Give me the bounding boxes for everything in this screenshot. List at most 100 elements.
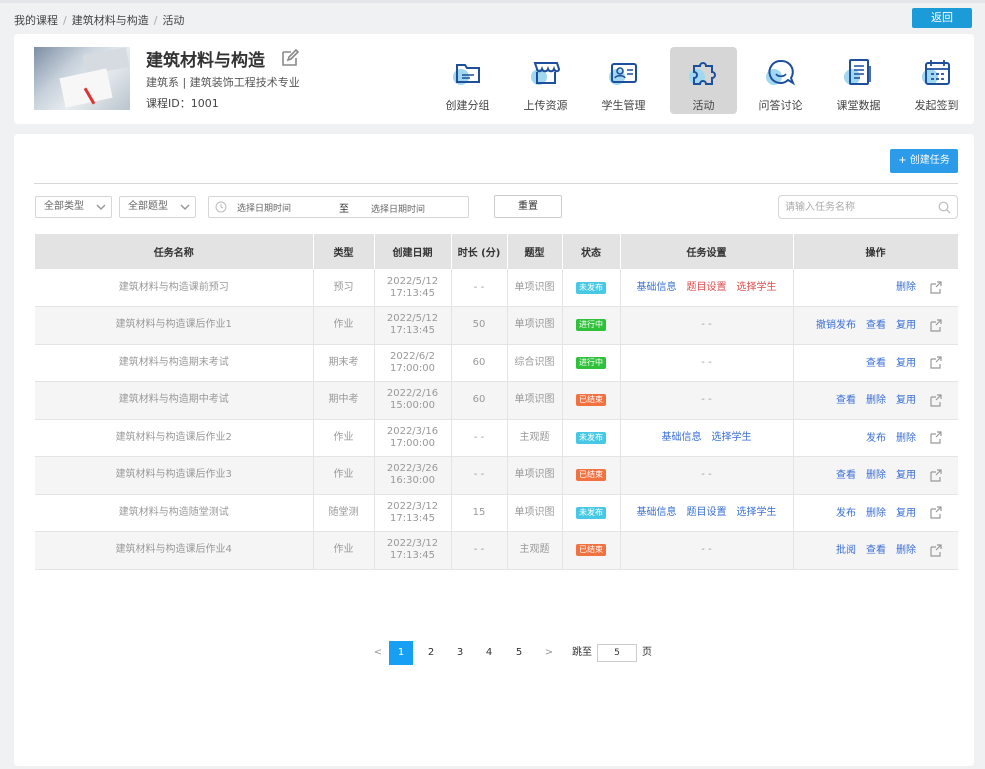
created-date: 2022/5/12 [386, 275, 439, 287]
cell-duration: 50 [451, 306, 508, 345]
cell-task-settings: - - [620, 306, 794, 345]
date-start-input[interactable]: 选择日期时间 [237, 201, 291, 214]
page-5[interactable]: 5 [507, 641, 531, 665]
table-row: 建筑材料与构造课前预习 预习 2022/5/12 17:13:45 - - 单项识图 未发布… [35, 269, 958, 307]
jump-page-input[interactable] [597, 644, 637, 662]
operation-link[interactable]: 查看 [836, 470, 856, 482]
settings-link[interactable]: 基础信息 [637, 282, 677, 294]
settings-link[interactable]: 选择学生 [737, 282, 777, 294]
cell-status: 已结束 [562, 381, 621, 420]
date-range-picker[interactable]: 选择日期时间 至 选择日期时间 [208, 196, 469, 218]
cell-type: 作业 [313, 456, 375, 495]
nav-upload-resource[interactable]: 上传资源 [512, 47, 579, 114]
cell-task-settings: 基础信息 题目设置 选择学生 [620, 494, 794, 532]
table-row: 建筑材料与构造课后作业2 作业 2022/3/16 17:00:00 - - 主观题 未发布… [35, 419, 958, 457]
back-button[interactable]: 返回 [912, 8, 972, 28]
cell-created-date: 2022/2/16 15:00:00 [374, 381, 452, 420]
share-icon[interactable] [929, 431, 942, 444]
nav-label: 创建分组 [445, 99, 490, 112]
next-page-button[interactable]: > [537, 641, 561, 665]
created-time: 16:30:00 [390, 475, 435, 487]
share-icon[interactable] [929, 506, 942, 519]
table-row: 建筑材料与构造期中考试 期中考 2022/2/16 15:00:00 60 单项识图 已结束… [35, 381, 958, 420]
created-time: 17:00:00 [390, 437, 435, 449]
operation-link[interactable]: 删除 [866, 508, 886, 520]
question-type: 单项识图 [514, 319, 555, 331]
share-icon[interactable] [929, 393, 942, 407]
share-icon[interactable] [929, 281, 942, 294]
settings-empty: - - [701, 319, 712, 331]
task-type: 预习 [333, 281, 354, 293]
operation-link[interactable]: 删除 [896, 433, 916, 445]
operation-link[interactable]: 删除 [866, 470, 886, 482]
col-task-settings: 任务设置 [620, 234, 794, 269]
page-2[interactable]: 2 [419, 641, 443, 665]
nav-start-signin[interactable]: 发起签到 [903, 47, 970, 114]
settings-link[interactable]: 选择学生 [737, 507, 777, 519]
settings-link[interactable]: 基础信息 [662, 432, 702, 444]
course-department: 建筑系 | 建筑装饰工程技术专业 [146, 76, 300, 89]
nav-class-data[interactable]: 课堂数据 [825, 47, 892, 114]
created-time: 15:00:00 [390, 400, 435, 412]
cell-duration: 60 [451, 344, 508, 382]
nav-qa-discussion[interactable]: 问答讨论 [747, 47, 814, 114]
task-search[interactable] [778, 195, 958, 219]
course-thumbnail [34, 47, 130, 110]
cell-operations: 批阅 查看 删除 [793, 531, 958, 570]
cell-type: 预习 [313, 269, 375, 307]
status-badge: 已结束 [576, 394, 606, 407]
operation-link[interactable]: 撤销发布 [816, 320, 856, 332]
task-name: 建筑材料与构造随堂测试 [118, 506, 229, 518]
cell-status: 已结束 [562, 456, 621, 495]
task-name: 建筑材料与构造课后作业2 [115, 431, 232, 443]
operation-link[interactable]: 复用 [896, 320, 916, 332]
nav-activity[interactable]: 活动 [670, 47, 737, 114]
prev-page-button[interactable]: < [366, 641, 390, 665]
operation-link[interactable]: 查看 [866, 358, 886, 370]
operation-link[interactable]: 发布 [866, 433, 886, 445]
page-4[interactable]: 4 [477, 641, 501, 665]
breadcrumb-my-courses[interactable]: 我的课程 [14, 14, 58, 27]
operation-link[interactable]: 复用 [896, 470, 916, 482]
operation-link[interactable]: 复用 [896, 395, 916, 407]
operation-link[interactable]: 删除 [866, 395, 886, 407]
cell-task-name: 建筑材料与构造期末考试 [35, 344, 314, 382]
operation-link[interactable]: 删除 [896, 282, 916, 294]
settings-link[interactable]: 题目设置 [687, 282, 727, 294]
settings-link[interactable]: 题目设置 [687, 507, 727, 519]
operation-link[interactable]: 删除 [896, 545, 916, 557]
page-1[interactable]: 1 [389, 641, 413, 665]
operation-link[interactable]: 复用 [896, 508, 916, 520]
search-icon[interactable] [938, 201, 951, 214]
type-select[interactable]: 全部类型 [35, 196, 112, 218]
cell-task-name: 建筑材料与构造随堂测试 [35, 494, 314, 532]
cell-type: 作业 [313, 531, 375, 570]
reset-button[interactable]: 重置 [494, 195, 562, 218]
settings-link[interactable]: 基础信息 [637, 507, 677, 519]
operation-link[interactable]: 批阅 [836, 545, 856, 557]
operation-link[interactable]: 查看 [866, 545, 886, 557]
share-icon[interactable] [929, 543, 942, 557]
share-icon[interactable] [929, 356, 942, 369]
operation-link[interactable]: 查看 [836, 395, 856, 407]
share-icon[interactable] [929, 468, 942, 482]
nav-student-management[interactable]: 学生管理 [590, 47, 657, 114]
nav-create-group[interactable]: 创建分组 [434, 47, 501, 114]
date-end-input[interactable]: 选择日期时间 [371, 202, 425, 215]
created-time: 17:00:00 [390, 362, 435, 374]
cell-task-name: 建筑材料与构造期中考试 [35, 381, 314, 420]
operation-link[interactable]: 发布 [836, 508, 856, 520]
settings-link[interactable]: 选择学生 [712, 432, 752, 444]
operation-link[interactable]: 查看 [866, 320, 886, 332]
breadcrumb-course[interactable]: 建筑材料与构造 [72, 14, 149, 27]
duration: - - [473, 281, 485, 293]
cell-type: 作业 [313, 306, 375, 345]
search-input[interactable] [785, 200, 935, 214]
operation-link[interactable]: 复用 [896, 358, 916, 370]
create-task-button[interactable]: + 创建任务 [890, 149, 958, 173]
edit-icon[interactable] [280, 48, 300, 68]
question-type-select[interactable]: 全部题型 [119, 196, 196, 218]
nav-label: 发起签到 [914, 99, 959, 112]
share-icon[interactable] [929, 318, 942, 332]
page-3[interactable]: 3 [448, 641, 472, 665]
